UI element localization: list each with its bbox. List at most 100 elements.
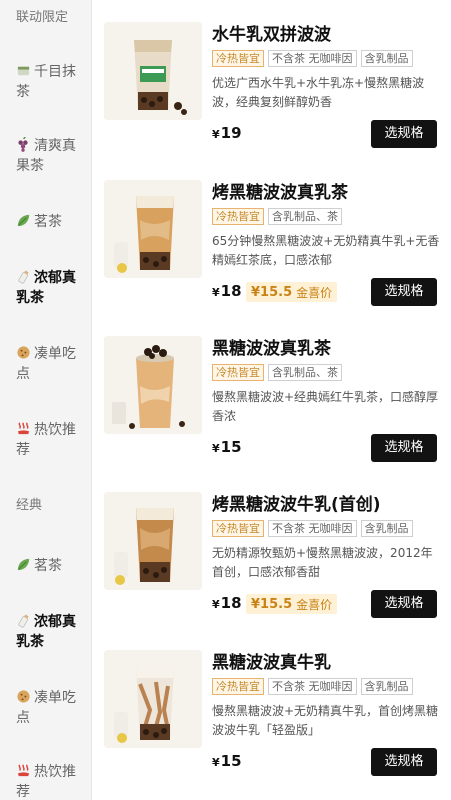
sidebar-item-label-cont: 果茶 [16,158,44,174]
product-card[interactable]: 黑糖波波真乳茶 冷热皆宜 含乳制品、茶 慢熬黑糖波波+经典嫣红牛乳茶，口感醇厚香… [92,314,451,470]
product-image[interactable] [104,650,202,748]
leaf-icon [17,558,30,571]
promo-price: ¥15.5 [251,284,293,300]
select-spec-button[interactable]: 选规格 [371,748,437,776]
sidebar-item-label: 热饮推 [34,422,76,438]
product-tag: 冷热皆宜 [212,520,264,537]
product-tag: 不含茶 无咖啡因 [268,678,357,695]
product-tags: 冷热皆宜 含乳制品、茶 [212,364,342,381]
sidebar-item-label: 热饮推 [34,764,76,780]
sidebar-item-snacks[interactable]: 凑单吃 点 [16,344,88,384]
price-value: 15 [220,438,242,456]
select-spec-button[interactable]: 选规格 [371,434,437,462]
product-tag: 不含茶 无咖啡因 [268,520,357,537]
select-spec-button[interactable]: 选规格 [371,278,437,306]
price-value: 18 [220,594,242,612]
select-spec-button[interactable]: 选规格 [371,590,437,618]
sidebar-item-matcha[interactable]: 千目抹 茶 [16,62,88,102]
matcha-icon [17,66,30,76]
currency-symbol: ¥ [212,286,220,299]
product-card[interactable]: 烤黑糖波波真乳茶 冷热皆宜 含乳制品、茶 65分钟慢熬黑糖波波+无奶精真牛乳+无… [92,158,451,314]
product-tags: 冷热皆宜 含乳制品、茶 [212,208,342,225]
milk-bottle-icon [18,270,29,284]
sidebar-item-snacks-classic[interactable]: 凑单吃 点 [16,688,88,728]
sidebar-item-label: 联动限定 [16,10,69,25]
sidebar-item-label: 浓郁真 [34,270,76,286]
product-description: 优选广西水牛乳+水牛乳冻+慢熬黑糖波波，经典复刻鲜醇奶香 [212,76,425,109]
sidebar-item-label-cont: 荐 [16,442,30,458]
product-tag: 冷热皆宜 [212,364,264,381]
product-tags: 冷热皆宜 不含茶 无咖啡因 含乳制品 [212,678,413,695]
drink-cup-icon [104,22,202,120]
product-description: 慢熬黑糖波波+无奶精真牛乳，首创烤黑糖波波牛乳「轻盈版」 [212,704,439,737]
product-price: ¥19 [212,124,242,142]
select-spec-button[interactable]: 选规格 [371,120,437,148]
milk-bottle-icon [18,614,29,628]
product-tags: 冷热皆宜 不含茶 无咖啡因 含乳制品 [212,520,413,537]
currency-symbol: ¥ [212,756,220,769]
sidebar-item-tea-classic[interactable]: 茗茶 [16,556,88,576]
price-value: 15 [220,752,242,770]
sidebar-item-label-cont: 荐 [16,784,30,800]
product-image[interactable] [104,492,202,590]
product-tag: 冷热皆宜 [212,678,264,695]
product-card[interactable]: 水牛乳双拼波波 冷热皆宜 不含茶 无咖啡因 含乳制品 优选广西水牛乳+水牛乳冻+… [92,0,451,156]
sidebar-item-label-cont: 点 [16,366,30,382]
sidebar-item-milk-tea-classic[interactable]: 浓郁真 乳茶 [16,612,88,652]
sidebar-item-hot-drinks[interactable]: 热饮推 荐 [16,420,88,460]
drink-cup-icon [104,336,202,434]
product-tag: 含乳制品 [360,50,413,67]
product-tag: 含乳制品、茶 [268,208,342,225]
product-tag: 冷热皆宜 [212,208,264,225]
product-image[interactable] [104,22,202,120]
product-tags: 冷热皆宜 不含茶 无咖啡因 含乳制品 [212,50,413,67]
promo-price-badge: ¥15.5 金喜价 [246,282,338,302]
leaf-icon [17,214,30,227]
product-image[interactable] [104,336,202,434]
cookie-icon [17,690,30,703]
product-list: 水牛乳双拼波波 冷热皆宜 不含茶 无咖啡因 含乳制品 优选广西水牛乳+水牛乳冻+… [92,0,451,800]
sidebar-item-label: 茗茶 [34,214,62,230]
sidebar-item-label-cont: 点 [16,710,30,726]
sidebar-item-label: 清爽真 [34,138,76,154]
cookie-icon [17,346,30,359]
currency-symbol: ¥ [212,128,220,141]
product-price: ¥15 [212,438,242,456]
sidebar-item-hot-drinks-classic[interactable]: 热饮推 荐 [16,762,88,800]
product-price: ¥18 [212,282,242,300]
sidebar-item-fruit-tea[interactable]: 清爽真 果茶 [16,136,88,176]
sidebar-item-label: 千目抹 [34,64,76,80]
product-tag: 冷热皆宜 [212,50,264,67]
drink-cup-icon [104,650,202,748]
promo-price: ¥15.5 [251,596,293,612]
sidebar-item-milk-tea[interactable]: 浓郁真 乳茶 [16,268,88,308]
product-name: 烤黑糖波波真乳茶 [212,183,348,203]
sidebar-item-tea[interactable]: 茗茶 [16,212,88,232]
grape-icon [18,137,28,152]
product-tag: 含乳制品 [360,678,413,695]
price-value: 18 [220,282,242,300]
category-sidebar: 联动限定 千目抹 茶 清爽真 果茶 茗茶 浓郁真 乳茶 凑单吃 点 热饮推 荐 … [0,0,92,800]
product-price: ¥15 [212,752,242,770]
promo-label: 金喜价 [296,597,333,612]
hot-steam-icon [17,422,30,435]
sidebar-item-label: 浓郁真 [34,614,76,630]
product-price: ¥18 [212,594,242,612]
sidebar-item-label: 凑单吃 [34,346,76,362]
product-description: 65分钟慢熬黑糖波波+无奶精真牛乳+无香精嫣红茶底，口感浓郁 [212,234,440,267]
sidebar-item-label-cont: 茶 [16,84,30,100]
sidebar-item-label-cont: 乳茶 [16,634,44,650]
product-tag: 不含茶 无咖啡因 [268,50,357,67]
product-name: 烤黑糖波波牛乳(首创) [212,495,381,515]
product-image[interactable] [104,180,202,278]
product-card[interactable]: 黑糖波波真牛乳 冷热皆宜 不含茶 无咖啡因 含乳制品 慢熬黑糖波波+无奶精真牛乳… [92,628,451,784]
product-tag: 含乳制品 [360,520,413,537]
product-card[interactable]: 烤黑糖波波牛乳(首创) 冷热皆宜 不含茶 无咖啡因 含乳制品 无奶精源牧甄奶+慢… [92,470,451,626]
promo-price-badge: ¥15.5 金喜价 [246,594,338,614]
promo-label: 金喜价 [296,285,333,300]
drink-cup-icon [104,180,202,278]
sidebar-item-label: 经典 [16,498,43,513]
currency-symbol: ¥ [212,442,220,455]
product-description: 慢熬黑糖波波+经典嫣红牛乳茶，口感醇厚香浓 [212,390,439,423]
sidebar-item-label: 茗茶 [34,558,62,574]
